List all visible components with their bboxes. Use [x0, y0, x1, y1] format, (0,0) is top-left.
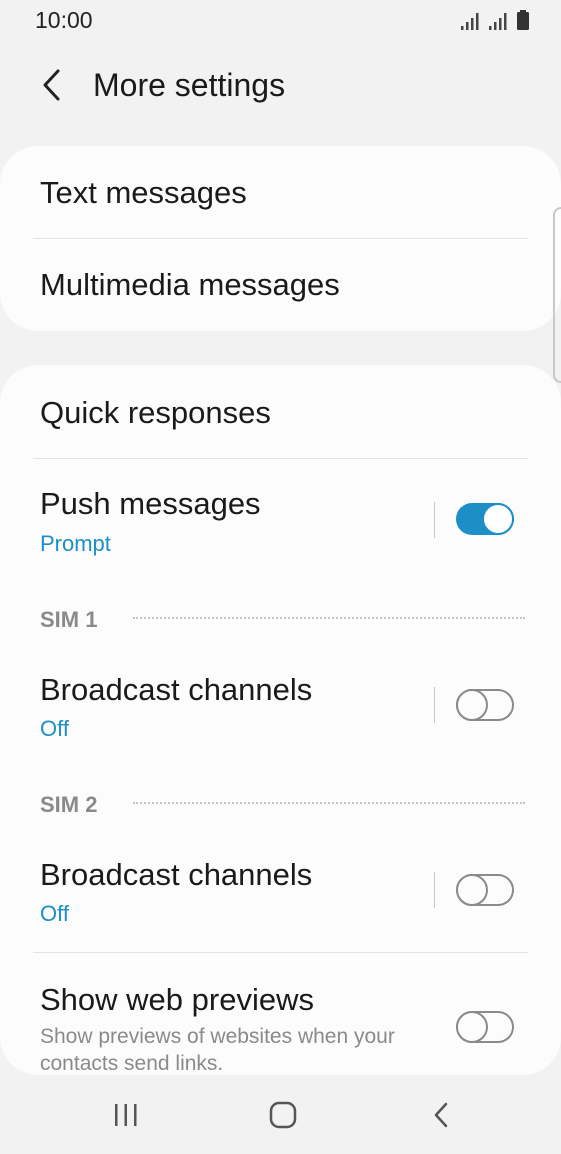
sim2-dotted-divider	[133, 802, 525, 804]
home-icon	[269, 1101, 297, 1134]
status-time: 10:00	[35, 7, 93, 33]
battery-icon	[517, 10, 529, 30]
chevron-left-icon	[40, 68, 64, 107]
text-messages-label: Text messages	[40, 175, 247, 210]
sim2-broadcast-channels-label: Broadcast channels	[40, 857, 313, 892]
navigation-bar	[0, 1075, 561, 1154]
push-messages-toggle[interactable]	[456, 503, 514, 535]
toggle-knob	[482, 503, 514, 535]
multimedia-messages-label: Multimedia messages	[40, 267, 340, 302]
signal-sim1-icon	[461, 12, 483, 30]
sim2-section-header: SIM 2	[40, 792, 98, 817]
sim2-broadcast-channels-row[interactable]: Broadcast channels Off	[0, 834, 561, 951]
toggle-knob	[456, 874, 488, 906]
vertical-separator	[434, 502, 435, 538]
toggle-knob	[456, 689, 488, 721]
home-button[interactable]	[258, 1097, 308, 1137]
show-web-previews-toggle[interactable]	[456, 1011, 514, 1043]
sim1-broadcast-channels-row[interactable]: Broadcast channels Off	[0, 649, 561, 759]
sim2-broadcast-channels-toggle[interactable]	[456, 874, 514, 906]
signal-sim2-icon	[489, 12, 511, 30]
push-messages-status: Prompt	[40, 531, 111, 556]
sim1-broadcast-channels-status: Off	[40, 716, 69, 741]
sim2-broadcast-channels-status: Off	[40, 901, 69, 926]
scrollbar[interactable]	[553, 207, 561, 383]
text-messages-row[interactable]: Text messages	[0, 146, 561, 239]
status-bar: 10:00	[0, 0, 561, 42]
push-messages-label: Push messages	[40, 486, 261, 521]
status-icons	[461, 10, 529, 30]
page-title: More settings	[93, 67, 286, 103]
show-web-previews-row[interactable]: Show web previews Show previews of websi…	[0, 953, 561, 1075]
sim1-broadcast-channels-toggle[interactable]	[456, 689, 514, 721]
vertical-separator	[434, 872, 435, 908]
sim1-broadcast-channels-label: Broadcast channels	[40, 672, 313, 707]
show-web-previews-label: Show web previews	[40, 982, 314, 1017]
vertical-separator	[434, 687, 435, 723]
recents-icon	[113, 1103, 139, 1132]
toggle-knob	[456, 1011, 488, 1043]
messages-settings-card: Text messages Multimedia messages	[0, 146, 561, 331]
multimedia-messages-row[interactable]: Multimedia messages	[0, 239, 561, 331]
recents-button[interactable]	[101, 1097, 151, 1137]
show-web-previews-description: Show previews of websites when your cont…	[40, 1025, 395, 1075]
back-icon	[432, 1101, 450, 1134]
quick-responses-row[interactable]: Quick responses	[0, 365, 561, 458]
sim1-section-header: SIM 1	[40, 607, 98, 632]
app-bar: More settings	[0, 55, 561, 119]
quick-responses-label: Quick responses	[40, 395, 271, 430]
more-settings-card: Quick responses Push messages Prompt SIM…	[0, 365, 561, 1075]
push-messages-row[interactable]: Push messages Prompt	[0, 459, 561, 569]
nav-back-button[interactable]	[416, 1097, 466, 1137]
sim1-dotted-divider	[133, 617, 525, 619]
back-button[interactable]	[30, 63, 74, 111]
